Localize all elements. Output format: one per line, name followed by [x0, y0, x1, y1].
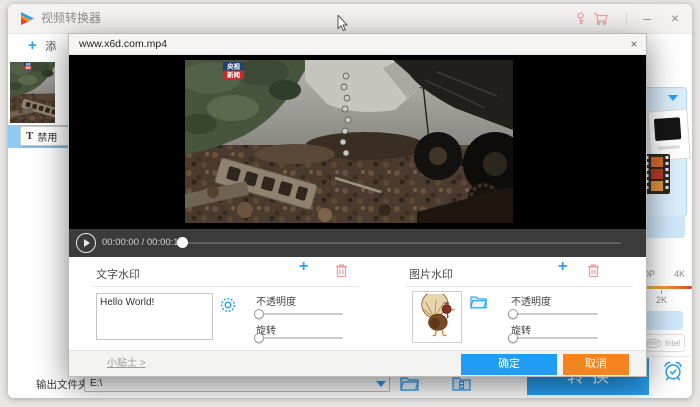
- seek-handle[interactable]: [177, 237, 188, 248]
- text-watermark-toggle-tooltip: T 禁用: [20, 126, 69, 146]
- desktop: 央视 新闻 视频转换器: [0, 0, 700, 407]
- text-opacity-label: 不透明度: [256, 293, 296, 308]
- add-text-watermark-button[interactable]: +: [299, 258, 308, 276]
- text-opacity-thumb[interactable]: [254, 309, 264, 319]
- cancel-button[interactable]: 取消: [563, 354, 629, 375]
- play-button[interactable]: [76, 233, 96, 253]
- position-target-icon[interactable]: [220, 297, 236, 313]
- format-dropdown-caret-icon[interactable]: [668, 95, 678, 101]
- play-icon: [84, 239, 90, 247]
- image-watermark-divider: [406, 286, 633, 287]
- watermark-dialog: www.x6d.com.mp4 × 00:00:00 / 00:00:12 文字…: [68, 33, 647, 377]
- time-display: 00:00:00 / 00:00:12: [102, 229, 184, 257]
- watermark-settings: 文字水印 + Hello World! 不透明度 旋转: [69, 257, 646, 350]
- text-watermark-title: 文字水印: [96, 266, 140, 282]
- text-rotate-slider[interactable]: [259, 337, 343, 339]
- tooltip-label: 禁用: [37, 129, 57, 144]
- text-opacity-slider[interactable]: [259, 313, 343, 315]
- video-frame: [185, 60, 513, 223]
- right-divider: [644, 356, 692, 357]
- titlebar-divider: [626, 12, 627, 25]
- image-rotate-thumb[interactable]: [508, 333, 518, 343]
- add-files-label: 添: [45, 41, 56, 53]
- filmstrip-icon: [644, 154, 670, 194]
- dialog-title: www.x6d.com.mp4: [79, 34, 167, 54]
- image-opacity-slider[interactable]: [513, 313, 598, 315]
- video-preview: [69, 55, 646, 229]
- player-bar: 00:00:00 / 00:00:12: [69, 229, 646, 257]
- image-watermark-title: 图片水印: [409, 266, 453, 282]
- store-cart-icon[interactable]: [593, 12, 608, 25]
- browse-folder-icon[interactable]: [400, 376, 419, 391]
- image-opacity-label: 不透明度: [511, 293, 551, 308]
- watermark-image-preview[interactable]: [412, 291, 462, 343]
- image-rotate-slider[interactable]: [513, 337, 598, 339]
- text-tool-icon: T: [26, 130, 33, 142]
- minimize-button[interactable]: –: [638, 5, 656, 32]
- browse-image-folder-icon[interactable]: [470, 295, 487, 309]
- add-image-watermark-button[interactable]: +: [558, 258, 567, 276]
- app-title: 视频转换器: [41, 4, 101, 33]
- resolution-label-2k: 2K: [656, 295, 667, 305]
- dialog-footer: 小贴士 > 确定 取消: [69, 350, 646, 376]
- output-folder-caret-icon[interactable]: [376, 381, 386, 387]
- schedule-alarm-icon[interactable]: [662, 360, 684, 382]
- option-bar[interactable]: [642, 311, 683, 330]
- titlebar: 视频转换器 – ×: [8, 4, 692, 34]
- delete-text-watermark-icon[interactable]: [335, 263, 348, 278]
- turkey-image: [415, 294, 459, 340]
- dialog-header[interactable]: www.x6d.com.mp4 ×: [69, 34, 646, 55]
- text-rotate-thumb[interactable]: [254, 333, 264, 343]
- watermark-text-input[interactable]: Hello World!: [96, 293, 213, 340]
- delete-image-watermark-icon[interactable]: [587, 263, 600, 278]
- confirm-button[interactable]: 确定: [461, 354, 557, 375]
- image-opacity-thumb[interactable]: [508, 309, 518, 319]
- video-thumbnail-image: [10, 62, 55, 123]
- format-card-collapsed[interactable]: [643, 216, 685, 238]
- text-watermark-divider: [93, 286, 359, 287]
- open-output-folder-icon[interactable]: [452, 376, 471, 391]
- add-files-button[interactable]: + 添: [28, 37, 56, 55]
- plus-icon: +: [28, 37, 37, 54]
- register-key-icon[interactable]: [574, 12, 587, 25]
- app-logo-icon: [20, 11, 35, 26]
- format-screen-thumb: [654, 117, 681, 141]
- resolution-label-4k: 4K: [674, 269, 685, 279]
- mouse-cursor: [337, 15, 349, 33]
- quality-tick: [661, 290, 662, 294]
- close-button[interactable]: ×: [666, 5, 684, 32]
- app-window: 视频转换器 – × + 添 T: [8, 4, 692, 398]
- dialog-close-button[interactable]: ×: [625, 34, 643, 54]
- tips-link[interactable]: 小贴士 >: [107, 351, 146, 376]
- seek-bar[interactable]: [181, 242, 621, 244]
- intel-label: Intel: [665, 339, 680, 348]
- video-thumbnail[interactable]: [10, 62, 55, 123]
- format-caption-line: [658, 145, 680, 150]
